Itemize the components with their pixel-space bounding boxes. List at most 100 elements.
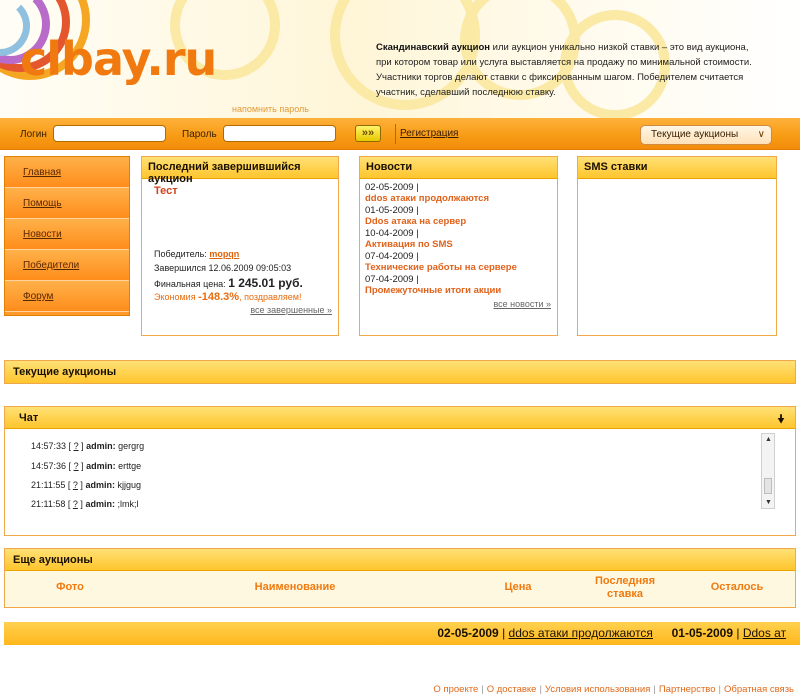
chat-message: 21:11:55 [ ? ] admin: kjjgug bbox=[31, 480, 141, 490]
scroll-down-icon[interactable]: ▼ bbox=[765, 499, 772, 506]
auction-type-select[interactable]: Текущие аукционы ∨ bbox=[640, 125, 772, 145]
news-date: 02-05-2009 | bbox=[365, 182, 419, 193]
chat-text: kjjgug bbox=[117, 480, 141, 490]
site-header: clbay.ru напомнить пароль Скандинавский … bbox=[0, 0, 800, 118]
password-label: Пароль bbox=[182, 129, 217, 140]
nav-item-winners[interactable]: Победители bbox=[5, 250, 129, 281]
chat-scrollbar[interactable]: ▲ ▼ bbox=[761, 433, 775, 509]
password-input[interactable] bbox=[223, 125, 336, 142]
footer-link-terms[interactable]: Условия использования bbox=[545, 684, 650, 695]
login-divider bbox=[395, 124, 396, 144]
news-date: 07-04-2009 | bbox=[365, 274, 419, 285]
chat-text: erttge bbox=[118, 461, 142, 471]
chat-text: gergrg bbox=[118, 441, 145, 451]
footer-sep: | bbox=[718, 684, 721, 695]
nav-item-home[interactable]: Главная bbox=[5, 157, 129, 188]
footer-link-delivery[interactable]: О доставке bbox=[487, 684, 537, 695]
scroll-thumb[interactable] bbox=[764, 478, 772, 494]
ticker-sep: | bbox=[502, 626, 506, 640]
news-title[interactable]: Промежуточные итоги акции bbox=[365, 285, 555, 296]
current-auctions-section: Текущие аукционы bbox=[4, 360, 796, 384]
winner-name-link[interactable]: mopqn bbox=[209, 249, 239, 259]
col-remaining: Осталось bbox=[710, 581, 764, 593]
main-nav: Главная Помощь Новости Победители Форум bbox=[4, 156, 130, 316]
chat-message: 14:57:36 [ ? ] admin: erttge bbox=[31, 461, 141, 471]
arrow-down-icon[interactable]: 🠟 bbox=[777, 410, 785, 431]
news-title[interactable]: Технические работы на сервере bbox=[365, 262, 555, 273]
news-heading: Новости bbox=[360, 157, 557, 179]
chat-time: 14:57:33 [ bbox=[31, 441, 72, 451]
sms-heading: SMS ставки bbox=[578, 157, 776, 179]
footer-link-partnership[interactable]: Партнерство bbox=[659, 684, 716, 695]
chat-info-link[interactable]: ? bbox=[74, 461, 79, 471]
chat-message: 21:11:58 [ ? ] admin: ;lmk;l bbox=[31, 499, 138, 509]
chat-heading: Чат bbox=[5, 407, 795, 429]
col-name: Наименование bbox=[254, 581, 336, 593]
news-title[interactable]: Ddos атака на сервер bbox=[365, 216, 555, 227]
chat-bracket: ] bbox=[81, 461, 84, 471]
news-box: Новости 02-05-2009 | ddos атаки продолжа… bbox=[359, 156, 558, 336]
ticker-link[interactable]: ddos атаки продолжаются bbox=[509, 626, 653, 640]
chat-text: ;lmk;l bbox=[117, 499, 139, 509]
current-auctions-heading: Текущие аукционы bbox=[5, 361, 795, 383]
chat-user: admin: bbox=[85, 499, 115, 509]
footer-link-about[interactable]: О проекте bbox=[433, 684, 478, 695]
footer-sep: | bbox=[539, 684, 542, 695]
last-auction-title[interactable]: Тест bbox=[154, 185, 178, 197]
ticker-date: 02-05-2009 bbox=[437, 626, 499, 640]
chat-bracket: ] bbox=[80, 499, 83, 509]
col-photo: Фото bbox=[56, 581, 84, 593]
footer-links: О проекте | О доставке | Условия использован… bbox=[433, 684, 794, 695]
chat-time: 14:57:36 [ bbox=[31, 461, 72, 471]
news-list: 02-05-2009 | ddos атаки продолжаются 01-… bbox=[365, 182, 555, 297]
site-intro-text: Скандинавский аукцион или аукцион уникал… bbox=[376, 40, 756, 100]
winner-line: Победитель: mopqn bbox=[154, 249, 239, 259]
news-title[interactable]: ddos атаки продолжаются bbox=[365, 193, 555, 204]
chat-info-link[interactable]: ? bbox=[73, 499, 78, 509]
all-finished-link[interactable]: все завершенные » bbox=[250, 305, 332, 315]
news-ticker: 02-05-2009 | ddos атаки продолжаются 01-… bbox=[4, 622, 800, 645]
nav-item-forum[interactable]: Форум bbox=[5, 281, 129, 312]
footer-link-feedback[interactable]: Обратная связь bbox=[724, 684, 794, 695]
more-auctions-section: Еще аукционы Фото Наименование Цена Посл… bbox=[4, 548, 796, 608]
login-label: Логин bbox=[20, 129, 47, 140]
scroll-up-icon[interactable]: ▲ bbox=[765, 436, 772, 443]
chevron-down-icon: ∨ bbox=[757, 129, 765, 140]
register-link[interactable]: Регистрация bbox=[400, 128, 458, 139]
chat-time: 21:11:55 [ bbox=[31, 480, 71, 490]
news-title[interactable]: Активация по SMS bbox=[365, 239, 555, 250]
all-news-link[interactable]: все новости » bbox=[493, 299, 551, 309]
winner-label: Победитель: bbox=[154, 249, 207, 259]
login-submit-button[interactable]: »» bbox=[355, 125, 381, 142]
ticker-sep: | bbox=[736, 626, 740, 640]
chat-section: Чат 🠟 14:57:33 [ ? ] admin: gergrg 14:57… bbox=[4, 406, 796, 536]
remind-password-link[interactable]: напомнить пароль bbox=[232, 104, 309, 114]
last-auction-box: Последний завершившийся аукцион Тест Поб… bbox=[141, 156, 339, 336]
chat-bracket: ] bbox=[81, 441, 84, 451]
chat-message: 14:57:33 [ ? ] admin: gergrg bbox=[31, 441, 144, 451]
chat-user: admin: bbox=[86, 461, 116, 471]
final-price-line: Финальная цена: 1 245.01 руб. bbox=[154, 276, 303, 290]
chat-info-link[interactable]: ? bbox=[73, 480, 78, 490]
chat-bracket: ] bbox=[80, 480, 83, 490]
col-price: Цена bbox=[504, 581, 532, 593]
chat-user: admin: bbox=[86, 441, 116, 451]
economy-value: -148.3% bbox=[198, 291, 240, 303]
ended-date: Завершился 12.06.2009 09:05:03 bbox=[154, 263, 292, 273]
site-logo[interactable]: clbay.ru bbox=[20, 34, 217, 84]
login-input[interactable] bbox=[53, 125, 166, 142]
chat-info-link[interactable]: ? bbox=[74, 441, 79, 451]
nav-item-help[interactable]: Помощь bbox=[5, 188, 129, 219]
news-date: 07-04-2009 | bbox=[365, 251, 419, 262]
chat-user: admin: bbox=[85, 480, 115, 490]
ticker-link[interactable]: Ddos ат bbox=[743, 626, 786, 640]
news-date: 10-04-2009 | bbox=[365, 228, 419, 239]
final-price-label: Финальная цена: bbox=[154, 279, 226, 289]
economy-rest: , поздравляем! bbox=[239, 292, 302, 302]
select-value: Текущие аукционы bbox=[651, 129, 739, 140]
news-date: 01-05-2009 | bbox=[365, 205, 419, 216]
economy-line: Экономия -148.3%, поздравляем! bbox=[154, 291, 301, 303]
more-auctions-heading: Еще аукционы bbox=[5, 549, 795, 571]
nav-item-news[interactable]: Новости bbox=[5, 219, 129, 250]
economy-label: Экономия bbox=[154, 292, 196, 302]
